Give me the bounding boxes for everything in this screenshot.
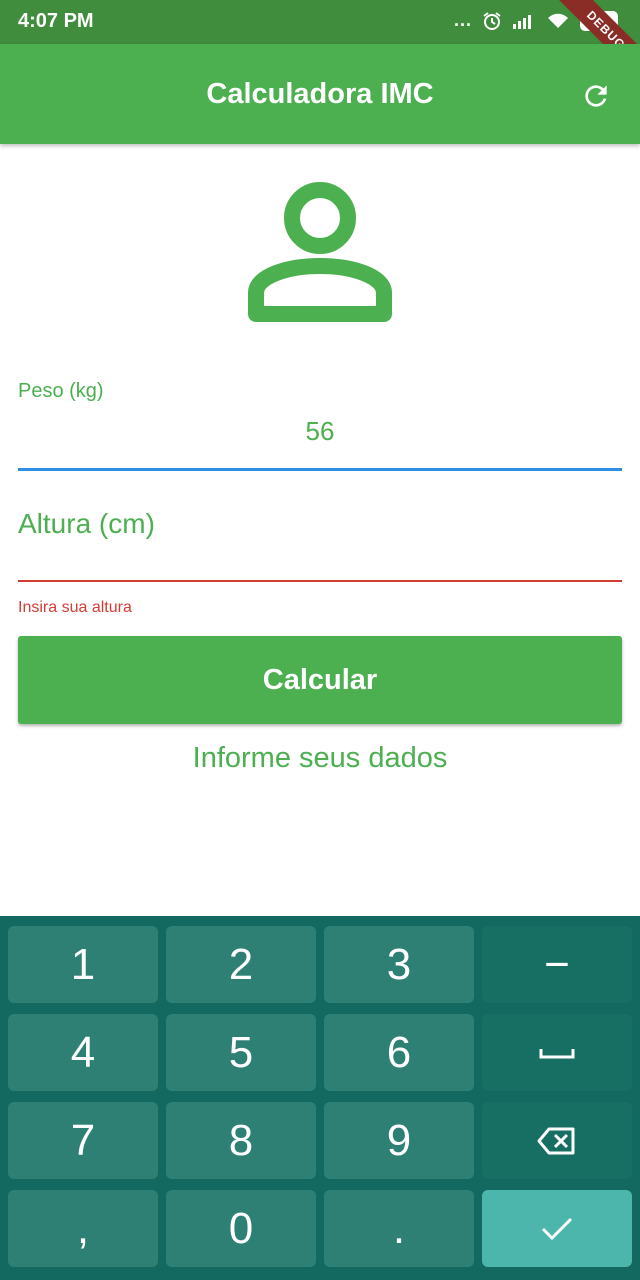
key-7[interactable]: 7 xyxy=(8,1102,158,1179)
altura-underline xyxy=(18,580,622,582)
info-text: Informe seus dados xyxy=(192,742,448,774)
status-bar: 4:07 PM ... 51 DEBUG xyxy=(0,0,640,103)
signal-icon xyxy=(513,14,531,29)
key-minus[interactable]: − xyxy=(482,926,632,1003)
key-3[interactable]: 3 xyxy=(324,926,474,1003)
form-content: Peso (kg) 56 Altura (cm) Insira sua altu… xyxy=(0,144,640,916)
more-dots-icon: ... xyxy=(453,10,472,30)
altura-input[interactable]: Altura (cm) xyxy=(18,508,155,540)
key-period[interactable]: . xyxy=(324,1190,474,1267)
backspace-icon xyxy=(537,1127,575,1154)
app-bar: Calculadora IMC xyxy=(0,44,640,144)
peso-input[interactable]: 56 xyxy=(18,416,622,447)
key-9[interactable]: 9 xyxy=(324,1102,474,1179)
key-4[interactable]: 4 xyxy=(8,1014,158,1091)
alarm-icon xyxy=(483,11,501,30)
app-title: Calculadora IMC xyxy=(206,78,434,110)
wifi-icon xyxy=(548,13,568,28)
altura-error-text: Insira sua altura xyxy=(18,599,132,616)
peso-label: Peso (kg) xyxy=(18,380,104,402)
space-icon xyxy=(539,1048,575,1058)
calculate-button[interactable]: Calcular xyxy=(18,636,622,724)
key-0[interactable]: 0 xyxy=(166,1190,316,1267)
refresh-icon[interactable] xyxy=(580,80,612,112)
check-icon xyxy=(541,1217,573,1240)
key-5[interactable]: 5 xyxy=(166,1014,316,1091)
key-backspace[interactable] xyxy=(482,1102,632,1179)
key-2[interactable]: 2 xyxy=(166,926,316,1003)
peso-underline xyxy=(18,468,622,471)
key-1[interactable]: 1 xyxy=(8,926,158,1003)
numeric-keyboard: 1 2 3 − 4 5 6 7 8 9 , 0 . xyxy=(0,916,640,1280)
key-6[interactable]: 6 xyxy=(324,1014,474,1091)
person-outline-icon xyxy=(248,182,392,322)
key-space[interactable] xyxy=(482,1014,632,1091)
key-comma[interactable]: , xyxy=(8,1190,158,1267)
key-8[interactable]: 8 xyxy=(166,1102,316,1179)
key-done[interactable] xyxy=(482,1190,632,1267)
status-time: 4:07 PM xyxy=(18,10,94,32)
